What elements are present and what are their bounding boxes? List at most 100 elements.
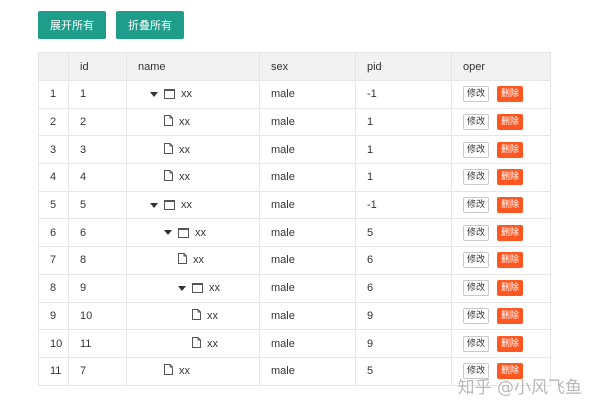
toolbar: 展开所有 折叠所有 (38, 11, 184, 39)
row-id: 1 (68, 80, 127, 109)
delete-button[interactable]: 删除 (497, 141, 524, 158)
caret-down-icon[interactable] (150, 202, 158, 208)
table-row: 1 1 xx male -1 修改 删除 (38, 80, 551, 109)
table-row: 4 4 xx male 1 修改 删除 (38, 163, 551, 192)
row-pid: 5 (355, 218, 452, 248)
row-name-cell: xx (126, 301, 260, 331)
file-icon (192, 308, 201, 323)
row-name: xx (195, 226, 206, 239)
row-name-cell: xx (126, 329, 260, 358)
row-id: 4 (68, 163, 127, 192)
row-id: 11 (68, 329, 127, 358)
row-oper: 修改 删除 (451, 135, 551, 165)
file-icon (164, 142, 173, 157)
watermark: 知乎 @小风飞鱼 (457, 378, 582, 398)
row-id: 6 (68, 218, 127, 248)
row-sex: male (259, 273, 356, 303)
row-sex: male (259, 80, 356, 109)
row-sex: male (259, 190, 356, 220)
column-header-oper: oper (451, 52, 551, 81)
row-index: 7 (38, 246, 69, 275)
edit-button[interactable]: 修改 (463, 252, 490, 269)
row-index: 11 (38, 356, 69, 386)
row-name: xx (179, 143, 190, 156)
delete-button[interactable]: 删除 (497, 280, 524, 297)
row-name: xx (207, 309, 218, 322)
row-id: 8 (68, 246, 127, 275)
column-header-pid: pid (355, 52, 452, 81)
collapse-all-button[interactable]: 折叠所有 (116, 11, 184, 39)
row-pid: 1 (355, 135, 452, 165)
row-pid: 1 (355, 107, 452, 137)
row-id: 10 (68, 301, 127, 331)
edit-button[interactable]: 修改 (463, 169, 490, 186)
row-oper: 修改 删除 (451, 107, 551, 137)
row-index: 8 (38, 273, 69, 303)
delete-button[interactable]: 删除 (497, 169, 524, 186)
edit-button[interactable]: 修改 (463, 114, 490, 131)
row-sex: male (259, 107, 356, 137)
folder-icon (192, 283, 203, 294)
delete-button[interactable]: 删除 (497, 86, 524, 103)
file-icon (178, 253, 187, 267)
delete-button[interactable]: 删除 (497, 307, 524, 324)
row-sex: male (259, 218, 356, 248)
row-index: 1 (38, 80, 69, 109)
row-id: 9 (68, 273, 127, 303)
delete-button[interactable]: 删除 (497, 114, 524, 131)
row-oper: 修改 删除 (451, 273, 551, 303)
table-row: 2 2 xx male 1 修改 删除 (38, 107, 551, 137)
row-name: xx (179, 171, 190, 184)
edit-button[interactable]: 修改 (463, 307, 490, 324)
delete-button[interactable]: 删除 (497, 252, 524, 269)
expand-all-button[interactable]: 展开所有 (38, 11, 106, 39)
row-name-cell: xx (126, 218, 260, 248)
row-name-cell: xx (126, 163, 260, 192)
row-oper: 修改 删除 (451, 329, 551, 358)
edit-button[interactable]: 修改 (463, 280, 490, 297)
file-icon (164, 170, 173, 184)
row-name: xx (179, 365, 190, 378)
row-pid: 6 (355, 273, 452, 303)
delete-button[interactable]: 删除 (497, 197, 524, 214)
row-pid: -1 (355, 80, 452, 109)
caret-down-icon[interactable] (150, 91, 158, 97)
edit-button[interactable]: 修改 (463, 197, 490, 214)
caret-down-icon[interactable] (164, 230, 172, 236)
delete-button[interactable]: 删除 (497, 335, 524, 352)
row-oper: 修改 删除 (451, 218, 551, 248)
row-pid: -1 (355, 190, 452, 220)
row-index: 3 (38, 135, 69, 165)
row-name-cell: xx (126, 273, 260, 303)
delete-button[interactable]: 删除 (497, 224, 524, 241)
column-header-id: id (68, 52, 127, 81)
row-index: 4 (38, 163, 69, 192)
row-index: 5 (38, 190, 69, 220)
table-row: 8 9 xx male 6 修改 删除 (38, 273, 551, 303)
row-oper: 修改 删除 (451, 190, 551, 220)
file-icon (164, 115, 173, 129)
row-name-cell: xx (126, 190, 260, 220)
row-name: xx (181, 88, 192, 101)
row-name-cell: xx (126, 80, 260, 109)
tree-table: id name sex pid oper 1 1 xx male -1 修改 删除 2 2 xx m… (38, 52, 551, 386)
row-name-cell: xx (126, 356, 260, 386)
table-row: 7 8 xx male 6 修改 删除 (38, 246, 551, 275)
caret-down-icon[interactable] (178, 285, 186, 291)
row-oper: 修改 删除 (451, 301, 551, 331)
row-id: 3 (68, 135, 127, 165)
edit-button[interactable]: 修改 (463, 86, 490, 103)
row-pid: 9 (355, 329, 452, 358)
table-row: 3 3 xx male 1 修改 删除 (38, 135, 551, 165)
edit-button[interactable]: 修改 (463, 141, 490, 158)
folder-icon (178, 227, 189, 238)
table-row: 9 10 xx male 9 修改 删除 (38, 301, 551, 331)
column-header-index (38, 52, 69, 81)
row-name: xx (181, 199, 192, 212)
row-name-cell: xx (126, 246, 260, 275)
row-oper: 修改 删除 (451, 246, 551, 275)
table-row: 5 5 xx male -1 修改 删除 (38, 190, 551, 220)
edit-button[interactable]: 修改 (463, 335, 490, 352)
row-sex: male (259, 135, 356, 165)
edit-button[interactable]: 修改 (463, 224, 490, 241)
